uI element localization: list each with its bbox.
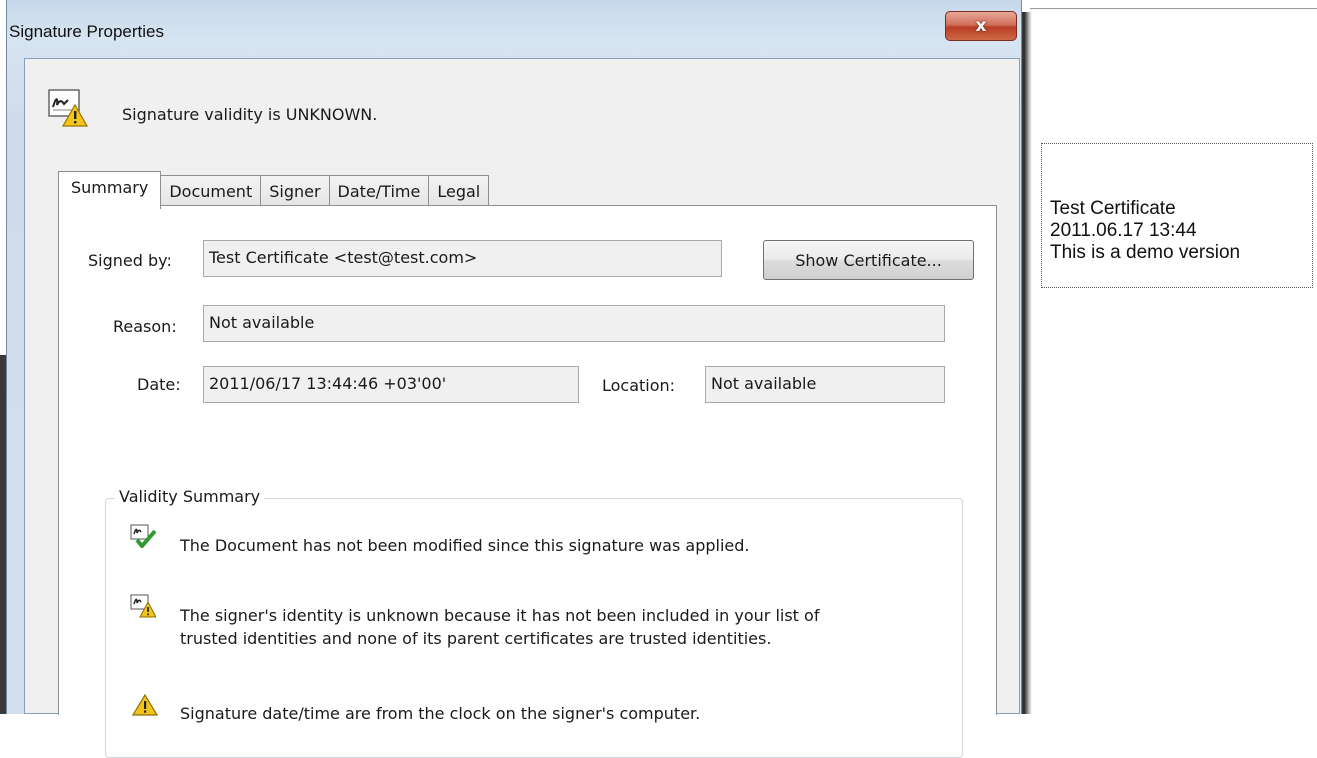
validity-item-unmodified: The Document has not been modified since… (180, 534, 749, 557)
location-label: Location: (602, 376, 676, 395)
signature-line-note: This is a demo version (1050, 242, 1241, 263)
signature-warning-icon (48, 89, 88, 127)
signature-line-date: 2011.06.17 13:44 (1050, 220, 1197, 241)
reason-field[interactable]: Not available (203, 305, 945, 342)
tab-legal[interactable]: Legal (428, 175, 490, 208)
validity-item-signer-unknown: The signer's identity is unknown because… (180, 604, 819, 650)
signer-unknown-warning-icon (130, 594, 156, 618)
signature-properties-dialog: Signature Properties x Signature validit… (6, 0, 1022, 758)
close-icon: x (975, 16, 987, 36)
validity-item-line: trusted identities and none of its paren… (180, 629, 772, 648)
validity-status-text: Signature validity is UNKNOWN. (122, 105, 378, 124)
location-field[interactable]: Not available (705, 366, 945, 403)
document-page-edge (1030, 8, 1317, 9)
validity-item-line: The signer's identity is unknown because… (180, 606, 820, 625)
validity-item-line: The Document has not been modified since… (180, 536, 750, 555)
validity-summary-title: Validity Summary (115, 487, 265, 506)
tab-bar: Summary Document Signer Date/Time Legal (58, 171, 490, 209)
tab-signer[interactable]: Signer (260, 175, 330, 208)
signature-field[interactable]: Test Certificate 2011.06.17 13:44 This i… (1041, 143, 1313, 288)
show-certificate-button[interactable]: Show Certificate... (763, 240, 974, 280)
close-button[interactable]: x (945, 11, 1017, 41)
tab-summary[interactable]: Summary (58, 171, 162, 209)
signature-line-name: Test Certificate (1050, 198, 1176, 219)
tab-date-time[interactable]: Date/Time (328, 175, 430, 208)
reason-label: Reason: (113, 317, 177, 336)
warning-icon (132, 693, 158, 716)
window-title: Signature Properties (9, 22, 164, 41)
date-label: Date: (137, 375, 181, 394)
doc-unmodified-check-icon (130, 524, 156, 548)
tab-document[interactable]: Document (160, 175, 262, 208)
dialog-client-area: Signature validity is UNKNOWN. Summary D… (24, 58, 1020, 758)
signature-appearance-text: Test Certificate 2011.06.17 13:44 This i… (1050, 198, 1240, 264)
summary-panel: Signed by: Test Certificate <test@test.c… (58, 205, 997, 758)
date-field[interactable]: 2011/06/17 13:44:46 +03'00' (203, 366, 579, 403)
signed-by-label: Signed by: (88, 251, 172, 270)
signed-by-field[interactable]: Test Certificate <test@test.com> (203, 240, 722, 277)
